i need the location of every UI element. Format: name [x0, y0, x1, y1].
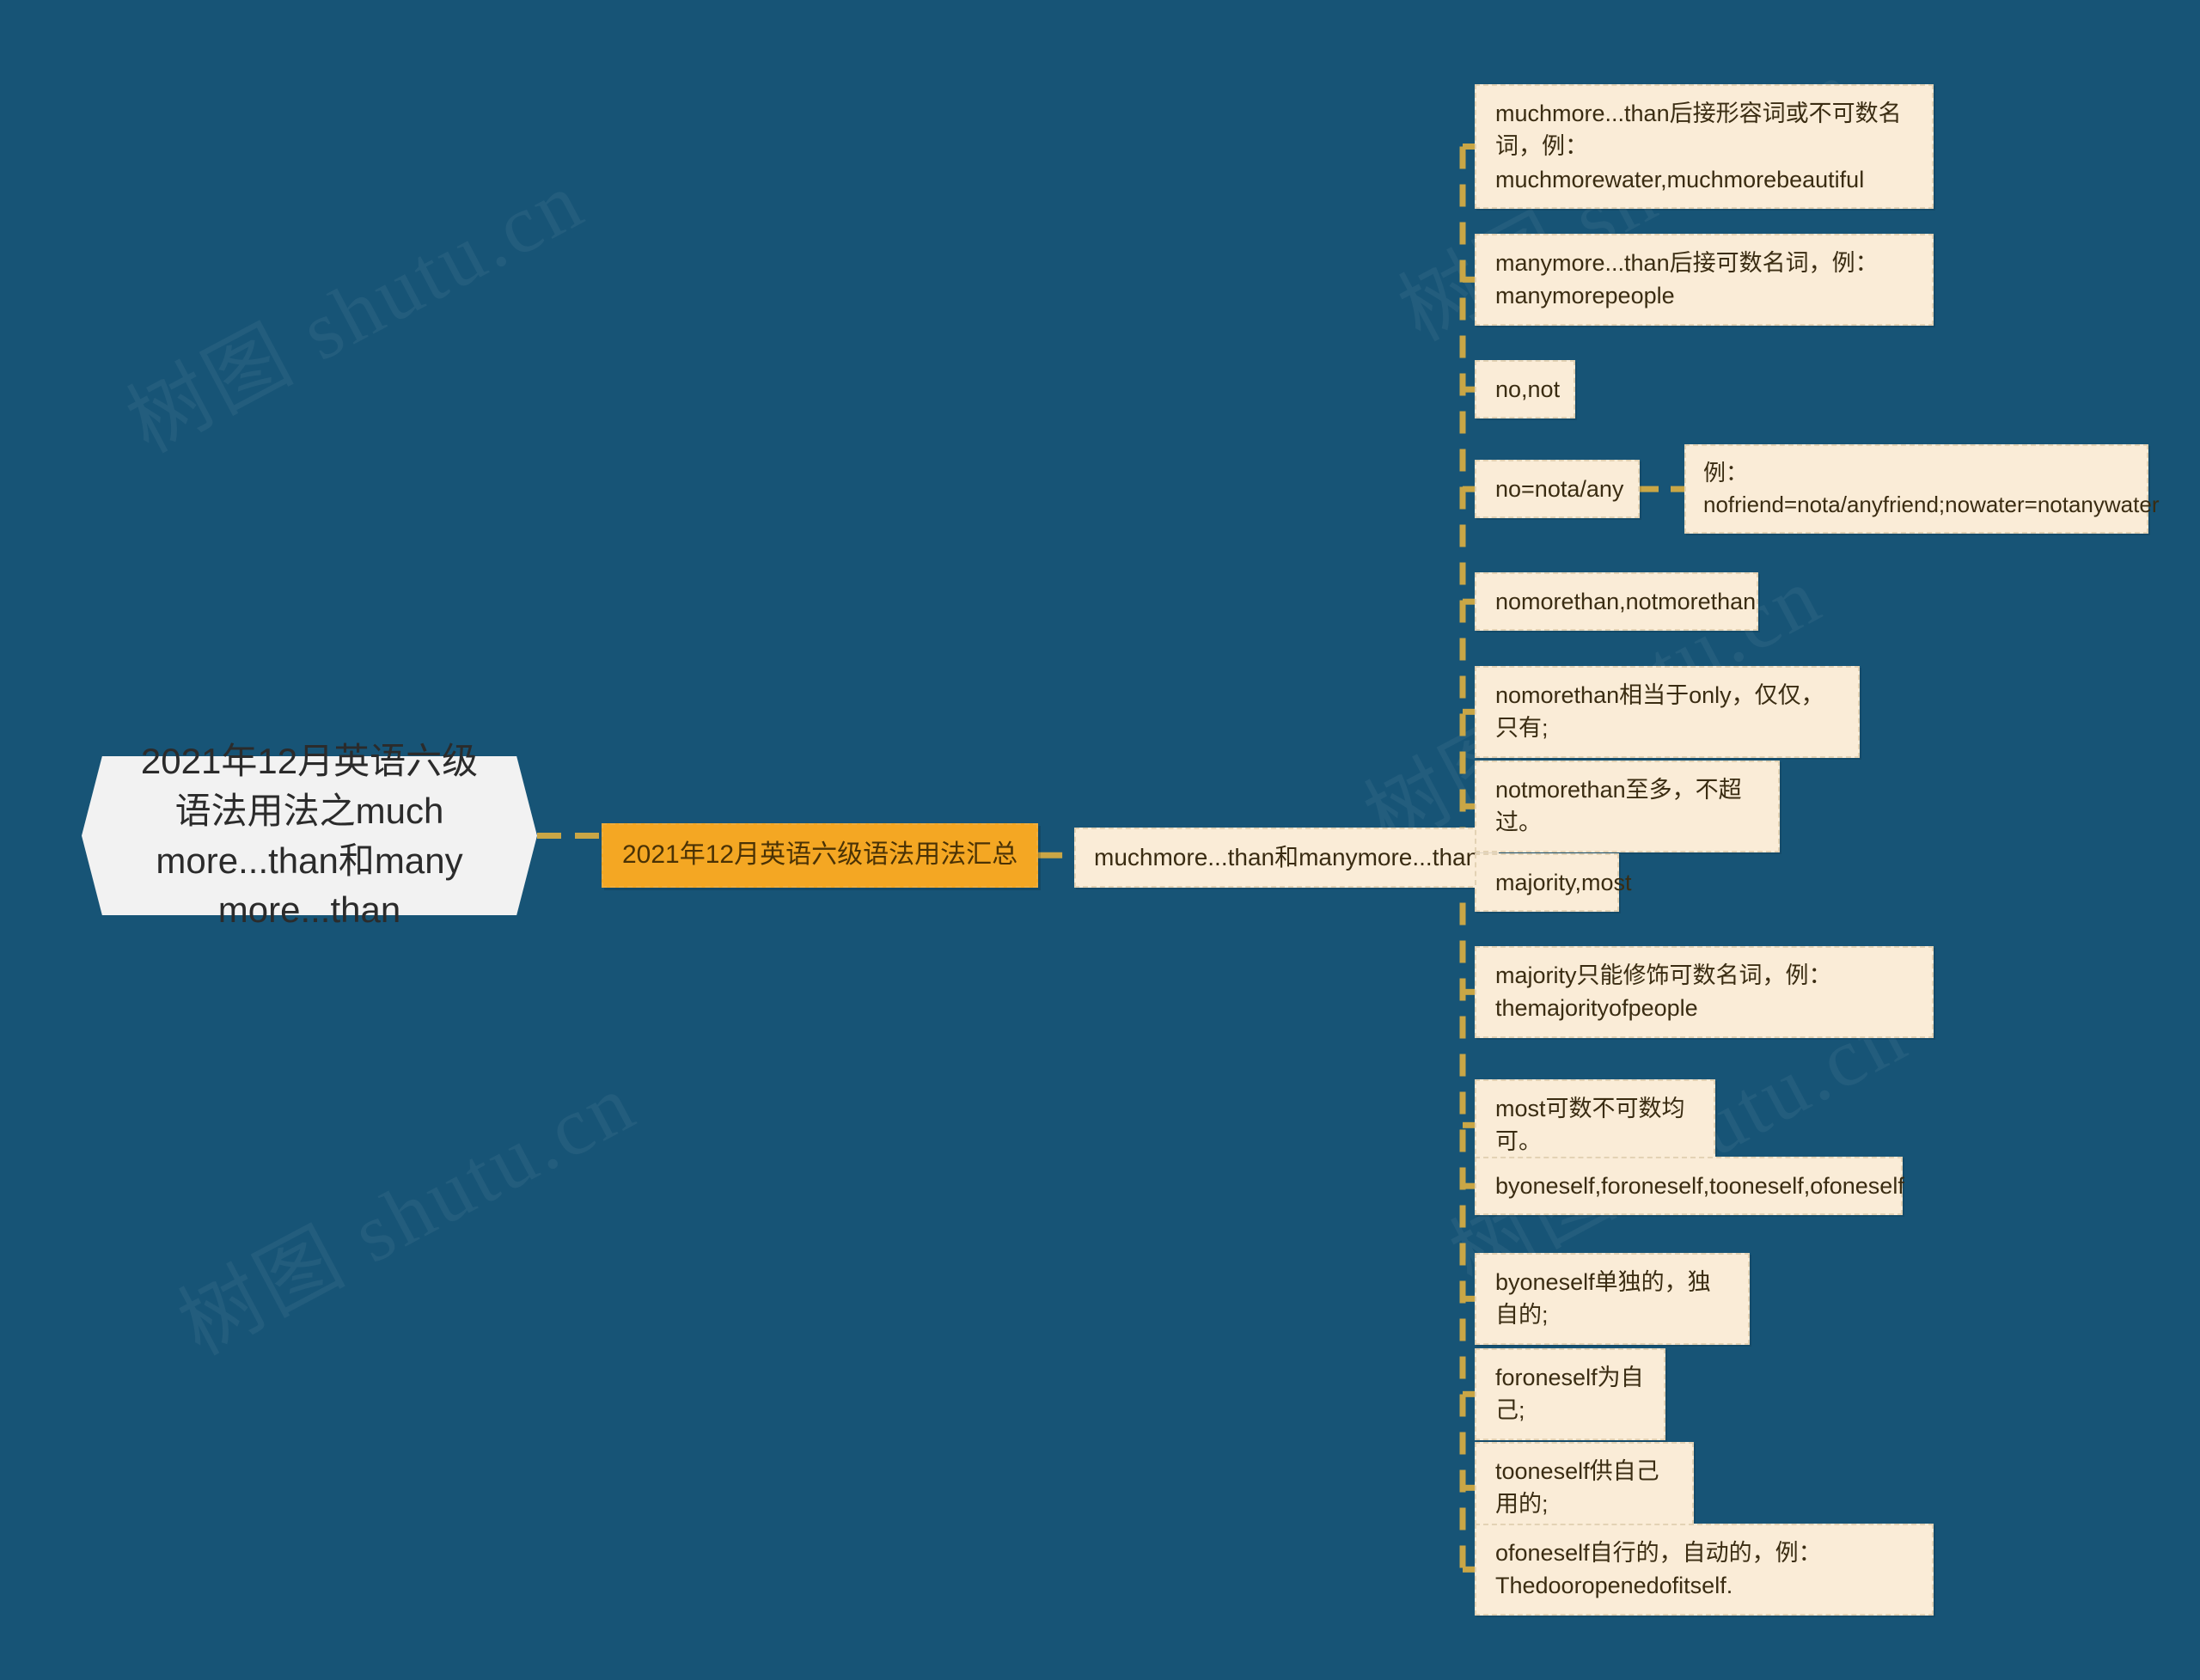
- leaf-node-label: ofoneself自行的，自动的，例：Thedooropenedofitself…: [1495, 1540, 1822, 1599]
- branch-node[interactable]: muchmore...than和manymore...than: [1074, 828, 1500, 888]
- leaf-node[interactable]: notmorethan至多，不超过。: [1475, 761, 1780, 852]
- trunk-node-label: 2021年12月英语六级语法用法汇总: [622, 840, 1018, 869]
- leaf-node-label: nomorethan相当于only，仅仅，只有;: [1495, 682, 1824, 742]
- leaf-node[interactable]: majority只能修饰可数名词，例：themajorityofpeople: [1475, 946, 1934, 1038]
- leaf-node-label: no,not: [1495, 376, 1561, 402]
- leaf-node[interactable]: majority,most: [1475, 853, 1632, 913]
- leaf-node[interactable]: tooneself供自己用的;: [1475, 1442, 1694, 1534]
- leaf-node-label: majority,most: [1495, 870, 1632, 895]
- leaf-node[interactable]: no=nota/any: [1475, 460, 1640, 519]
- leaf-node-label: tooneself供自己用的;: [1495, 1458, 1659, 1518]
- root-node[interactable]: 2021年12月英语六级语法用法之much more...than和many m…: [82, 740, 537, 931]
- leaf-node[interactable]: ofoneself自行的，自动的，例：Thedooropenedofitself…: [1475, 1524, 1934, 1616]
- leaf-node-label: foroneself为自己;: [1495, 1365, 1644, 1424]
- leaf-node[interactable]: muchmore...than后接形容词或不可数名词，例：muchmorewat…: [1475, 84, 1934, 209]
- leaf-node-label: manymore...than后接可数名词，例：manymorepeople: [1495, 250, 1879, 309]
- leaf-node[interactable]: nomorethan相当于only，仅仅，只有;: [1475, 666, 1860, 758]
- leaf-node-label: byoneself单独的，独自的;: [1495, 1269, 1711, 1329]
- leaf-node[interactable]: foroneself为自己;: [1475, 1348, 1665, 1440]
- branch-node-label: muchmore...than和manymore...than: [1094, 844, 1480, 871]
- sub-leaf-node[interactable]: 例：nofriend=nota/anyfriend;nowater=notany…: [1684, 444, 2159, 534]
- leaf-node[interactable]: no,not: [1475, 360, 1575, 419]
- leaf-node-label: nomorethan,notmorethan: [1495, 589, 1757, 614]
- leaf-node-label: most可数不可数均可。: [1495, 1096, 1685, 1155]
- leaf-node[interactable]: byoneself,foroneself,tooneself,ofoneself: [1475, 1157, 1904, 1216]
- leaf-node-label: byoneself,foroneself,tooneself,ofoneself: [1495, 1173, 1904, 1199]
- leaf-node[interactable]: byoneself单独的，独自的;: [1475, 1253, 1750, 1345]
- leaf-node-label: muchmore...than后接形容词或不可数名词，例：muchmorewat…: [1495, 101, 1902, 192]
- leaf-node[interactable]: manymore...than后接可数名词，例：manymorepeople: [1475, 234, 1934, 326]
- root-node-label: 2021年12月英语六级语法用法之much more...than和many m…: [140, 740, 479, 931]
- leaf-node[interactable]: nomorethan,notmorethan: [1475, 572, 1758, 632]
- trunk-node[interactable]: 2021年12月英语六级语法用法汇总: [602, 823, 1039, 888]
- leaf-node-label: majority只能修饰可数名词，例：themajorityofpeople: [1495, 962, 1832, 1022]
- leaf-node-label: no=nota/any: [1495, 476, 1624, 502]
- sub-leaf-node-label: 例：nofriend=nota/anyfriend;nowater=notany…: [1703, 460, 2160, 517]
- leaf-node-label: notmorethan至多，不超过。: [1495, 777, 1742, 836]
